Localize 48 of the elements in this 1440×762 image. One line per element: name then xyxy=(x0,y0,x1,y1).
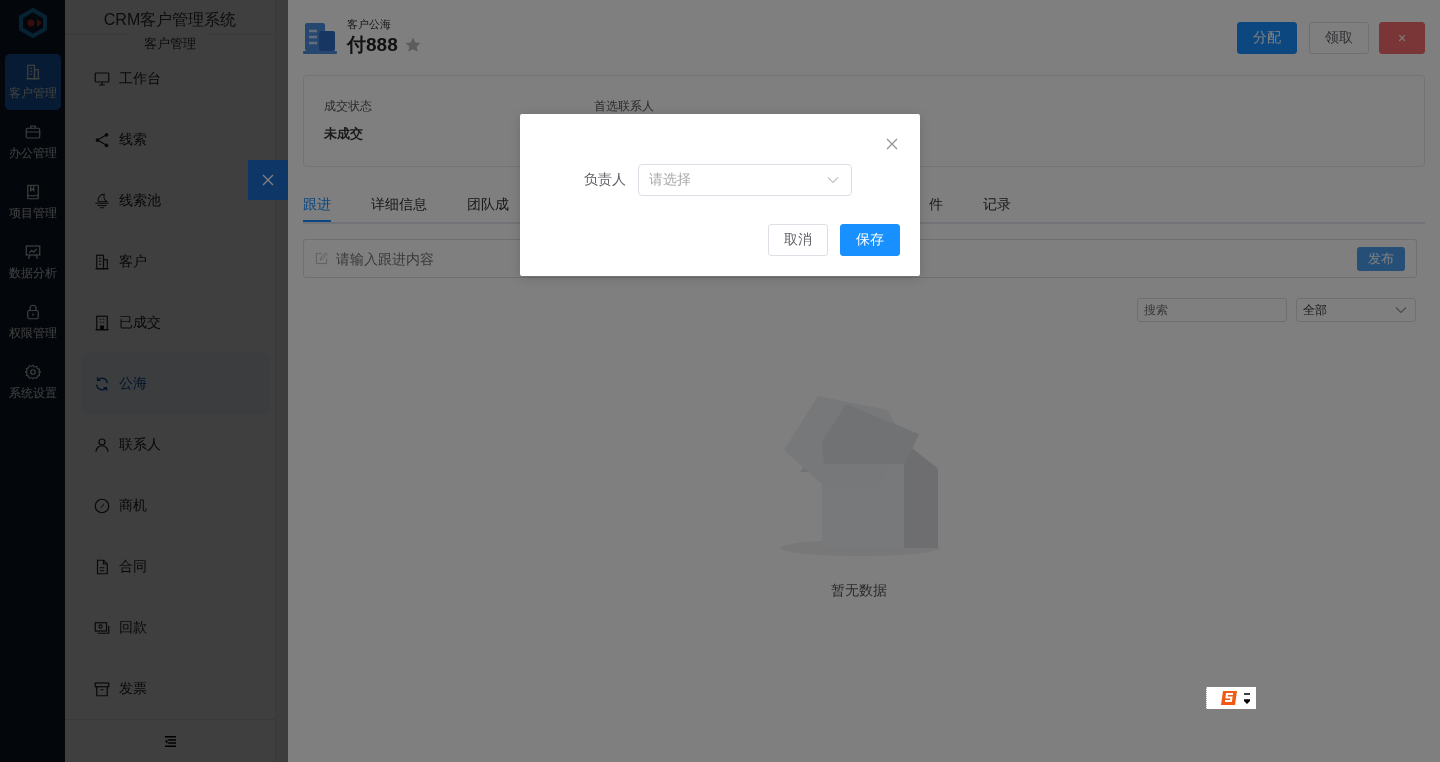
action-button[interactable]: 领取 xyxy=(1309,21,1369,54)
logo-icon xyxy=(17,8,48,38)
tab[interactable]: 件 xyxy=(929,187,943,222)
office-building-icon xyxy=(93,313,111,332)
field-value: 未成交 xyxy=(324,125,364,143)
arrow-icon[interactable] xyxy=(1244,692,1250,704)
close-icon xyxy=(262,174,274,186)
close-button[interactable] xyxy=(886,138,900,152)
star-icon[interactable] xyxy=(403,36,422,54)
field-label: 首选联系人 xyxy=(594,98,655,115)
close-button[interactable]: × xyxy=(1379,21,1425,54)
tab[interactable]: 跟进 xyxy=(303,187,331,222)
menu-icon[interactable] xyxy=(163,735,177,747)
empty-state-text: 暂无数据 xyxy=(831,582,887,600)
publish-button[interactable]: 发布 xyxy=(1357,246,1405,271)
owner-select[interactable]: 请选择 xyxy=(638,164,852,196)
record-type-label: 客户公海 xyxy=(347,17,392,32)
gear-icon xyxy=(23,362,42,381)
building-icon xyxy=(93,252,111,271)
edit-icon xyxy=(315,252,328,265)
field-label: 成交状态 xyxy=(324,98,373,115)
compass-icon xyxy=(93,496,111,515)
ime-toolbar[interactable] xyxy=(1206,687,1256,709)
crescent-icon xyxy=(93,191,111,210)
tab[interactable]: 团队成 xyxy=(467,187,509,222)
briefcase-icon xyxy=(23,122,42,141)
record-title: 付888 xyxy=(347,33,398,57)
caret-icon xyxy=(827,176,839,184)
monitor-icon xyxy=(93,69,111,88)
search-field[interactable]: 搜索 xyxy=(1137,298,1287,322)
close-icon xyxy=(886,138,898,150)
tab[interactable]: 详细信息 xyxy=(371,187,427,222)
field-label: 负责人 xyxy=(583,171,626,189)
ime-logo-icon xyxy=(1220,690,1238,706)
refresh-icon xyxy=(93,374,111,393)
share-icon xyxy=(93,130,111,149)
tab[interactable]: 记录 xyxy=(983,187,1011,222)
user-icon xyxy=(93,435,111,454)
dialog-button[interactable]: 取消 xyxy=(768,224,828,256)
filter-dropdown[interactable]: 全部 xyxy=(1296,298,1416,322)
action-button[interactable]: 分配 xyxy=(1237,21,1297,54)
building-icon xyxy=(303,20,339,55)
caret-icon xyxy=(1395,306,1407,314)
close-button[interactable] xyxy=(248,160,288,200)
building-icon xyxy=(23,62,42,81)
archive-box-icon xyxy=(93,679,111,698)
dialog-button[interactable]: 保存 xyxy=(840,224,900,256)
presentation-chart-icon xyxy=(23,242,42,261)
